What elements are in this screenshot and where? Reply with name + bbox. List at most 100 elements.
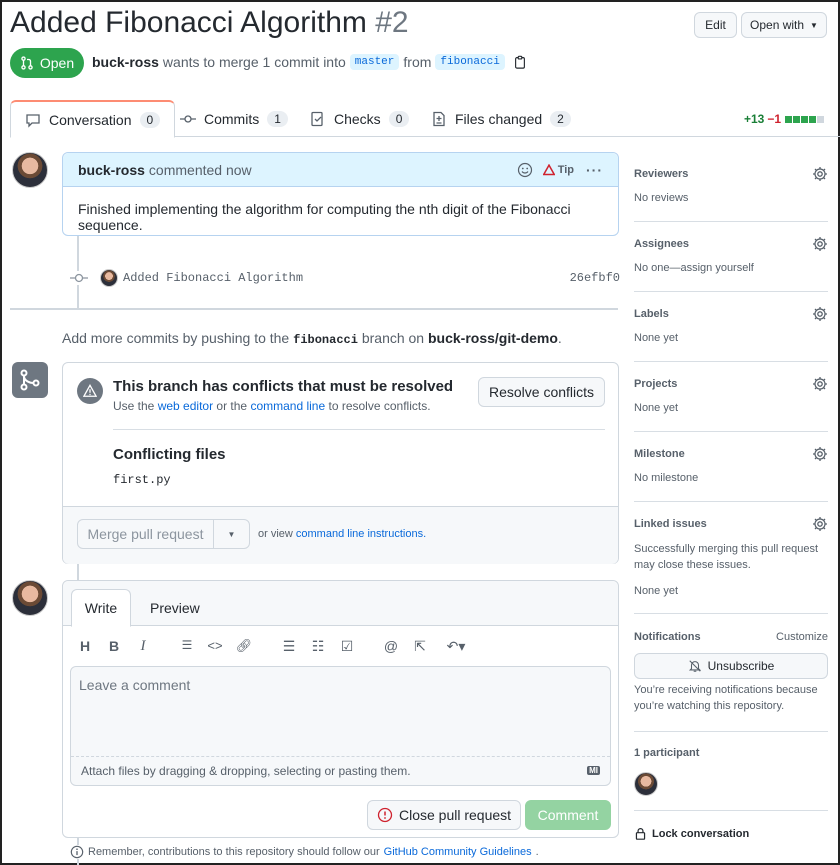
avatar[interactable] (12, 152, 48, 188)
customize-link[interactable]: Customize (776, 631, 828, 643)
lock-icon (635, 828, 646, 840)
conflict-subtitle: Use the web editor or the command line t… (113, 399, 431, 413)
markdown-icon[interactable]: MI (587, 766, 600, 775)
numbered-list-icon[interactable]: ☷ (309, 638, 327, 655)
alert-icon (77, 378, 103, 404)
commit-message[interactable]: Added Fibonacci Algorithm (123, 271, 303, 285)
conflict-sub-text: to resolve conflicts. (328, 399, 431, 413)
sidebar-labels: Labels None yet (634, 306, 828, 362)
timeline-divider (10, 308, 618, 310)
participant-avatar[interactable] (634, 772, 658, 796)
tab-preview[interactable]: Preview (150, 600, 200, 616)
open-with-button[interactable]: Open with ▼ (741, 12, 827, 38)
comment-time[interactable]: commented now (149, 162, 252, 178)
comment-box: buck-ross commented now Tip ··· Finished… (62, 152, 619, 236)
comment-author[interactable]: buck-ross (78, 162, 145, 178)
diffstat-bar (784, 112, 824, 126)
from-text: from (403, 54, 432, 70)
lock-conversation-link[interactable]: Lock conversation (634, 827, 749, 840)
conflicting-files-title: Conflicting files (113, 446, 226, 463)
bell-slash-icon (688, 660, 701, 672)
push-hint-prefix: Add more commits by pushing to the (62, 330, 290, 346)
sidebar-heading: Linked issues (634, 518, 707, 530)
unsubscribe-button[interactable]: Unsubscribe (634, 653, 828, 679)
command-line-instructions-link[interactable]: command line instructions. (296, 528, 426, 540)
unsubscribe-label: Unsubscribe (707, 659, 775, 673)
conflicting-file[interactable]: first.py (113, 473, 171, 487)
commit-sha[interactable]: 26efbf0 (570, 271, 620, 285)
sidebar-heading: Labels (634, 308, 669, 320)
push-hint-branch: fibonacci (293, 333, 358, 347)
sidebar-value: No milestone (634, 472, 699, 484)
sidebar-value[interactable]: No one—assign yourself (634, 262, 754, 274)
checklist-icon (311, 111, 323, 126)
pull-request-icon (21, 56, 33, 70)
head-branch[interactable]: fibonacci (435, 54, 505, 70)
commit-row: Added Fibonacci Algorithm 26efbf0 (70, 268, 620, 288)
kebab-menu-icon[interactable]: ··· (586, 162, 603, 178)
tab-write[interactable]: Write (71, 589, 131, 627)
merge-instructions: or view command line instructions. (258, 528, 426, 540)
tab-counter: 2 (550, 110, 571, 127)
notifications-desc: you’re watching this repository. (634, 700, 785, 712)
tab-files-changed[interactable]: Files changed 2 (431, 100, 571, 137)
quote-icon[interactable]: ☰ (178, 638, 196, 652)
tip-label: Tip (557, 163, 574, 176)
resolve-conflicts-button[interactable]: Resolve conflicts (478, 377, 605, 407)
sidebar-heading: Reviewers (634, 168, 689, 180)
git-merge-icon (12, 362, 48, 398)
author-link[interactable]: buck-ross (92, 54, 159, 70)
cross-reference-icon[interactable]: ⇱ (411, 638, 429, 655)
tip-button[interactable]: Tip (542, 163, 574, 176)
tab-commits[interactable]: Commits 1 (180, 100, 288, 137)
push-hint-repo[interactable]: buck-ross/git-demo (428, 330, 558, 346)
sidebar-heading: Milestone (634, 448, 685, 460)
gear-icon[interactable] (812, 236, 828, 252)
tab-conversation[interactable]: Conversation 0 (10, 100, 176, 138)
community-guidelines-link[interactable]: GitHub Community Guidelines (384, 846, 532, 858)
comment-textarea-wrap: Leave a comment Attach files by dragging… (70, 666, 611, 786)
conflict-sub-text: or the (216, 399, 248, 413)
mention-icon[interactable]: @ (382, 638, 400, 654)
remember-suffix: . (535, 846, 539, 858)
pr-meta: buck-ross wants to merge 1 commit into m… (92, 54, 527, 70)
gear-icon[interactable] (812, 446, 828, 462)
gear-icon[interactable] (812, 306, 828, 322)
smiley-icon[interactable] (517, 162, 533, 178)
edit-button[interactable]: Edit (694, 12, 737, 38)
base-branch[interactable]: master (349, 54, 400, 70)
heading-icon[interactable]: H (76, 638, 94, 654)
copy-icon[interactable] (513, 55, 527, 69)
commit-icon (180, 114, 196, 123)
code-icon[interactable]: <> (206, 638, 224, 653)
comment-button[interactable]: Comment (525, 800, 611, 830)
command-line-link[interactable]: command line (250, 399, 325, 413)
link-icon[interactable]: 🔗︎ (235, 638, 253, 654)
timeline-line (77, 562, 79, 582)
merge-pull-request-button[interactable]: Merge pull request (77, 519, 214, 549)
attach-files-text[interactable]: Attach files by dragging & dropping, sel… (81, 764, 411, 778)
bullet-list-icon[interactable]: ☰ (280, 638, 298, 655)
merge-method-dropdown[interactable]: ▼ (213, 519, 250, 549)
gear-icon[interactable] (812, 516, 828, 532)
reply-icon[interactable]: ↶▾ (442, 638, 470, 655)
avatar[interactable] (100, 269, 118, 287)
task-list-icon[interactable]: ☑ (338, 638, 356, 655)
chevron-down-icon: ▼ (227, 529, 236, 539)
tab-label: Conversation (49, 111, 132, 128)
web-editor-link[interactable]: web editor (158, 399, 213, 413)
gear-icon[interactable] (812, 166, 828, 182)
sidebar-value: No reviews (634, 192, 689, 204)
close-issue-icon (377, 807, 393, 823)
push-hint-middle: branch on (361, 330, 425, 346)
gear-icon[interactable] (812, 376, 828, 392)
tab-checks[interactable]: Checks 0 (310, 100, 410, 137)
divider (113, 429, 605, 430)
conflict-sub-text: Use the (113, 399, 155, 413)
comment-textarea[interactable]: Leave a comment (71, 667, 610, 757)
sidebar-linked-issues: Linked issues Successfully merging this … (634, 516, 828, 614)
bold-icon[interactable]: B (105, 638, 123, 654)
close-pull-request-button[interactable]: Close pull request (367, 800, 521, 830)
status-label: Open (39, 55, 75, 71)
italic-icon[interactable]: I (134, 638, 152, 655)
